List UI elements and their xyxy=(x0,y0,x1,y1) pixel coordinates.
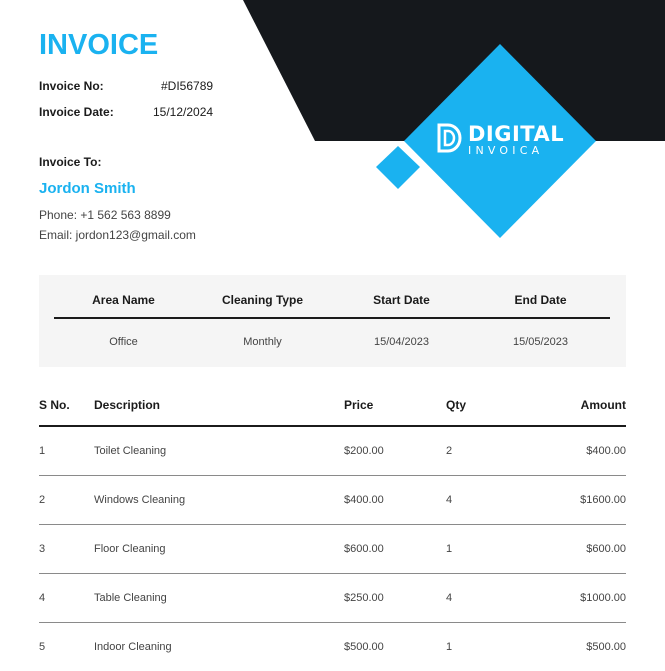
invoice-number-value: #DI56789 xyxy=(161,79,214,93)
row-price: $600.00 xyxy=(344,543,384,555)
row-description: Windows Cleaning xyxy=(94,494,186,506)
row-sno: 5 xyxy=(39,641,46,653)
table-row: 5 Indoor Cleaning $500.00 1 $500.00 xyxy=(39,623,626,671)
header-end-date: End Date xyxy=(514,293,567,307)
brand-name: DIGITAL xyxy=(468,122,565,146)
row-qty: 4 xyxy=(446,494,453,506)
end-date-value: 15/05/2023 xyxy=(512,336,569,348)
table-row: 3 Floor Cleaning $600.00 1 $600.00 xyxy=(39,525,626,574)
row-qty: 4 xyxy=(446,592,453,604)
header-start-date: Start Date xyxy=(373,293,430,307)
invoice-date-value: 15/12/2024 xyxy=(153,105,214,119)
cleaning-type-value: Monthly xyxy=(243,336,282,348)
header-cleaning-type: Cleaning Type xyxy=(221,293,304,307)
invoice-number-label: Invoice No: xyxy=(39,79,104,93)
service-details-row: Office Monthly 15/04/2023 15/05/2023 xyxy=(54,336,610,348)
header-description: Description xyxy=(94,398,161,412)
service-details-panel: Area Name Cleaning Type Start Date End D… xyxy=(39,275,626,367)
client-phone: Phone: +1 562 563 8899 xyxy=(39,208,171,222)
brand-tagline: INVOICA xyxy=(468,144,544,157)
header-area-name: Area Name xyxy=(92,293,155,307)
row-sno: 1 xyxy=(39,445,46,457)
client-name: Jordon Smith xyxy=(39,180,136,197)
row-amount: $1000.00 xyxy=(580,592,626,604)
invoice-date-label: Invoice Date: xyxy=(39,105,114,119)
row-price: $250.00 xyxy=(344,592,384,604)
client-email: Email: jordon123@gmail.com xyxy=(39,228,196,242)
row-sno: 3 xyxy=(39,543,46,555)
header-qty: Qty xyxy=(446,398,467,412)
dark-header-shape xyxy=(243,0,665,141)
row-description: Table Cleaning xyxy=(94,592,167,604)
header-price: Price xyxy=(344,398,374,412)
row-amount: $600.00 xyxy=(586,543,626,555)
row-amount: $1600.00 xyxy=(580,494,626,506)
row-description: Floor Cleaning xyxy=(94,543,166,555)
header-amount: Amount xyxy=(580,398,626,412)
table-row: 2 Windows Cleaning $400.00 4 $1600.00 xyxy=(39,476,626,525)
row-sno: 4 xyxy=(39,592,46,604)
row-price: $200.00 xyxy=(344,445,384,457)
invoice-to-label: Invoice To: xyxy=(39,155,102,169)
table-row: 1 Toilet Cleaning $200.00 2 $400.00 xyxy=(39,427,626,476)
row-price: $500.00 xyxy=(344,641,384,653)
row-amount: $400.00 xyxy=(586,445,626,457)
row-description: Toilet Cleaning xyxy=(94,445,167,457)
invoice-title: INVOICE xyxy=(39,29,159,61)
header-sno: S No. xyxy=(39,398,70,412)
brand-logo: DIGITAL INVOICA xyxy=(436,123,564,157)
row-sno: 2 xyxy=(39,494,46,506)
row-qty: 2 xyxy=(446,445,453,457)
row-description: Indoor Cleaning xyxy=(94,641,172,653)
row-qty: 1 xyxy=(446,641,453,653)
row-price: $400.00 xyxy=(344,494,384,506)
start-date-value: 15/04/2023 xyxy=(373,336,430,348)
d-logo-icon xyxy=(437,123,462,153)
line-items-table: S No. Description Price Qty Amount 1 Toi… xyxy=(39,398,626,671)
line-items-header: S No. Description Price Qty Amount xyxy=(39,398,626,427)
row-amount: $500.00 xyxy=(586,641,626,653)
area-name-value: Office xyxy=(109,336,138,348)
row-qty: 1 xyxy=(446,543,453,555)
table-row: 4 Table Cleaning $250.00 4 $1000.00 xyxy=(39,574,626,623)
small-blue-diamond xyxy=(376,146,420,189)
service-details-header: Area Name Cleaning Type Start Date End D… xyxy=(54,293,610,319)
